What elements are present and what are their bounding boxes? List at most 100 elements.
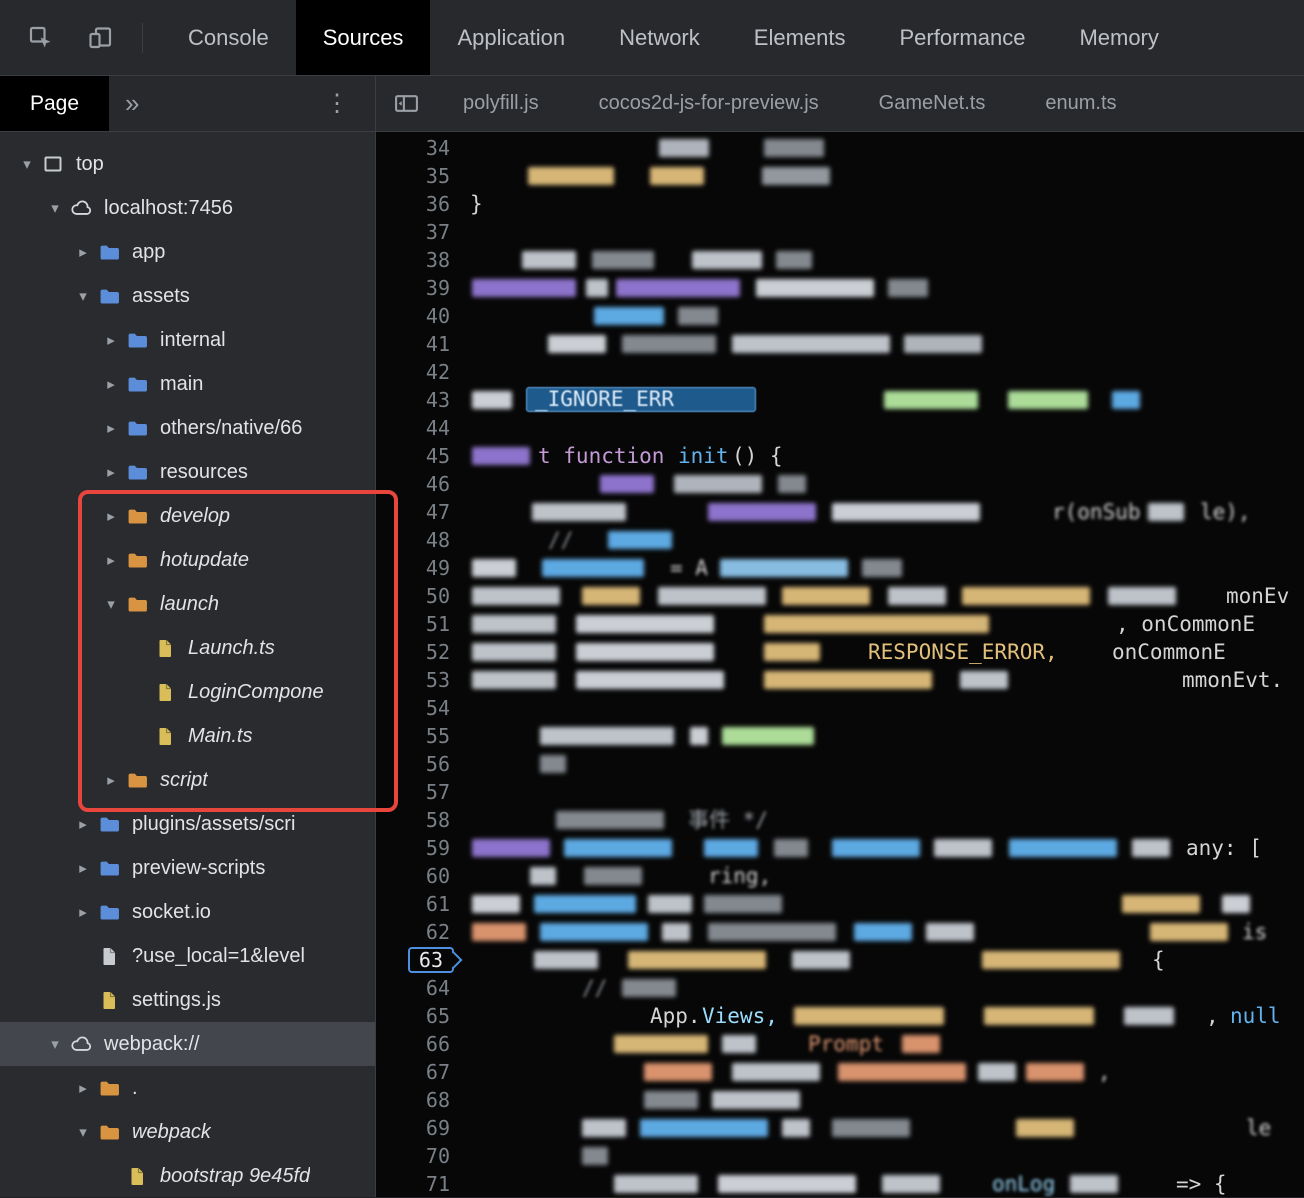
chevron-down-icon[interactable]: ▾ <box>70 287 96 305</box>
navigator-tab-page[interactable]: Page <box>0 76 110 131</box>
tree-item-logincompone[interactable]: LoginCompone <box>0 670 375 714</box>
more-tabs-button[interactable]: » <box>109 76 155 131</box>
line-number[interactable]: 57 <box>376 778 464 806</box>
code-line-content[interactable]: RESPONSE_ERROR, onCommonE <box>464 638 1304 666</box>
tree-item-main[interactable]: ▸ main <box>0 362 375 406</box>
tree-item-others-native-66[interactable]: ▸ others/native/66 <box>0 406 375 450</box>
line-number[interactable]: 63 <box>376 946 464 974</box>
code-line-content[interactable]: _IGNORE_ERR <box>464 386 1304 414</box>
code-line-content[interactable]: Prompt <box>464 1030 1304 1058</box>
line-number[interactable]: 38 <box>376 246 464 274</box>
tree-item-settings-js[interactable]: settings.js <box>0 978 375 1022</box>
chevron-right-icon[interactable]: ▸ <box>70 903 96 921</box>
line-number[interactable]: 34 <box>376 134 464 162</box>
code-line-content[interactable]: ring, <box>464 862 1304 890</box>
code-line-content[interactable]: r(onSub le), <box>464 498 1304 526</box>
code-line-content[interactable]: mmonEvt. <box>464 666 1304 694</box>
code-line-content[interactable]: = A <box>464 554 1304 582</box>
file-tab-gamenet-ts[interactable]: GameNet.ts <box>849 76 1016 131</box>
code-line-content[interactable] <box>464 218 1304 246</box>
tree-item-use-local-1-level[interactable]: ?use_local=1&level <box>0 934 375 978</box>
devtools-tab-elements[interactable]: Elements <box>727 0 873 75</box>
code-line-content[interactable]: } <box>464 190 1304 218</box>
line-number[interactable]: 46 <box>376 470 464 498</box>
tree-item-item[interactable]: ▸. <box>0 1066 375 1110</box>
chevron-down-icon[interactable]: ▾ <box>70 1123 96 1141</box>
code-line-content[interactable]: , onCommonE <box>464 610 1304 638</box>
chevron-down-icon[interactable]: ▾ <box>98 595 124 613</box>
line-number[interactable]: 54 <box>376 694 464 722</box>
code-line-content[interactable]: App. Views,, null <box>464 1002 1304 1030</box>
chevron-right-icon[interactable]: ▸ <box>98 463 124 481</box>
line-number[interactable]: 44 <box>376 414 464 442</box>
line-number[interactable]: 40 <box>376 302 464 330</box>
tree-item-script[interactable]: ▸ script <box>0 758 375 802</box>
line-number[interactable]: 69 <box>376 1114 464 1142</box>
line-number[interactable]: 64 <box>376 974 464 1002</box>
code-line-content[interactable] <box>464 414 1304 442</box>
devtools-tab-application[interactable]: Application <box>430 0 592 75</box>
line-number[interactable]: 62 <box>376 918 464 946</box>
line-number[interactable]: 51 <box>376 610 464 638</box>
tree-item-launch-ts[interactable]: Launch.ts <box>0 626 375 670</box>
line-number[interactable]: 71 <box>376 1170 464 1197</box>
line-number[interactable]: 60 <box>376 862 464 890</box>
chevron-down-icon[interactable]: ▾ <box>14 155 40 173</box>
line-number[interactable]: 55 <box>376 722 464 750</box>
code-line-content[interactable] <box>464 694 1304 722</box>
code-line-content[interactable] <box>464 330 1304 358</box>
tree-item-assets[interactable]: ▾ assets <box>0 274 375 318</box>
code-line-content[interactable] <box>464 890 1304 918</box>
code-line-content[interactable]: , <box>464 1058 1304 1086</box>
code-line-content[interactable]: any: [ <box>464 834 1304 862</box>
code-line-content[interactable] <box>464 358 1304 386</box>
line-number[interactable]: 52 <box>376 638 464 666</box>
line-number[interactable]: 48 <box>376 526 464 554</box>
navigator-menu-button[interactable]: ⋮ <box>299 76 375 131</box>
tree-item-launch[interactable]: ▾ launch <box>0 582 375 626</box>
tree-item-bootstrap-9e45fd[interactable]: bootstrap 9e45fd <box>0 1154 375 1197</box>
code-line-content[interactable]: // <box>464 974 1304 1002</box>
line-number[interactable]: 59 <box>376 834 464 862</box>
line-number[interactable]: 50 <box>376 582 464 610</box>
code-line-content[interactable]: le <box>464 1114 1304 1142</box>
tree-item-plugins-assets-scri[interactable]: ▸ plugins/assets/scri <box>0 802 375 846</box>
line-number[interactable]: 41 <box>376 330 464 358</box>
devtools-tab-performance[interactable]: Performance <box>872 0 1052 75</box>
tree-item-webpack[interactable]: ▾ webpack <box>0 1110 375 1154</box>
line-number[interactable]: 65 <box>376 1002 464 1030</box>
device-toolbar-icon[interactable] <box>78 25 124 51</box>
tree-item-develop[interactable]: ▸ develop <box>0 494 375 538</box>
line-number[interactable]: 35 <box>376 162 464 190</box>
code-line-content[interactable] <box>464 274 1304 302</box>
tree-item-hotupdate[interactable]: ▸ hotupdate <box>0 538 375 582</box>
line-number[interactable]: 66 <box>376 1030 464 1058</box>
tree-item-internal[interactable]: ▸ internal <box>0 318 375 362</box>
code-line-content[interactable] <box>464 134 1304 162</box>
code-line-content[interactable]: t function init() { <box>464 442 1304 470</box>
code-line-content[interactable] <box>464 750 1304 778</box>
line-number[interactable]: 37 <box>376 218 464 246</box>
code-line-content[interactable]: { <box>464 946 1304 974</box>
chevron-right-icon[interactable]: ▸ <box>70 815 96 833</box>
line-number[interactable]: 58 <box>376 806 464 834</box>
line-number[interactable]: 49 <box>376 554 464 582</box>
code-line-content[interactable] <box>464 778 1304 806</box>
line-number[interactable]: 70 <box>376 1142 464 1170</box>
code-line-content[interactable]: // <box>464 526 1304 554</box>
chevron-right-icon[interactable]: ▸ <box>70 1079 96 1097</box>
code-line-content[interactable]: monEv <box>464 582 1304 610</box>
tree-item-main-ts[interactable]: Main.ts <box>0 714 375 758</box>
code-line-content[interactable] <box>464 722 1304 750</box>
inspect-cursor-icon[interactable] <box>18 25 64 51</box>
chevron-right-icon[interactable]: ▸ <box>98 551 124 569</box>
devtools-tab-sources[interactable]: Sources <box>295 0 431 75</box>
chevron-right-icon[interactable]: ▸ <box>98 507 124 525</box>
code-line-content[interactable]: is <box>464 918 1304 946</box>
line-number[interactable]: 45 <box>376 442 464 470</box>
code-line-content[interactable] <box>464 302 1304 330</box>
chevron-right-icon[interactable]: ▸ <box>98 419 124 437</box>
line-number[interactable]: 43 <box>376 386 464 414</box>
line-number[interactable]: 53 <box>376 666 464 694</box>
tree-item-app[interactable]: ▸ app <box>0 230 375 274</box>
